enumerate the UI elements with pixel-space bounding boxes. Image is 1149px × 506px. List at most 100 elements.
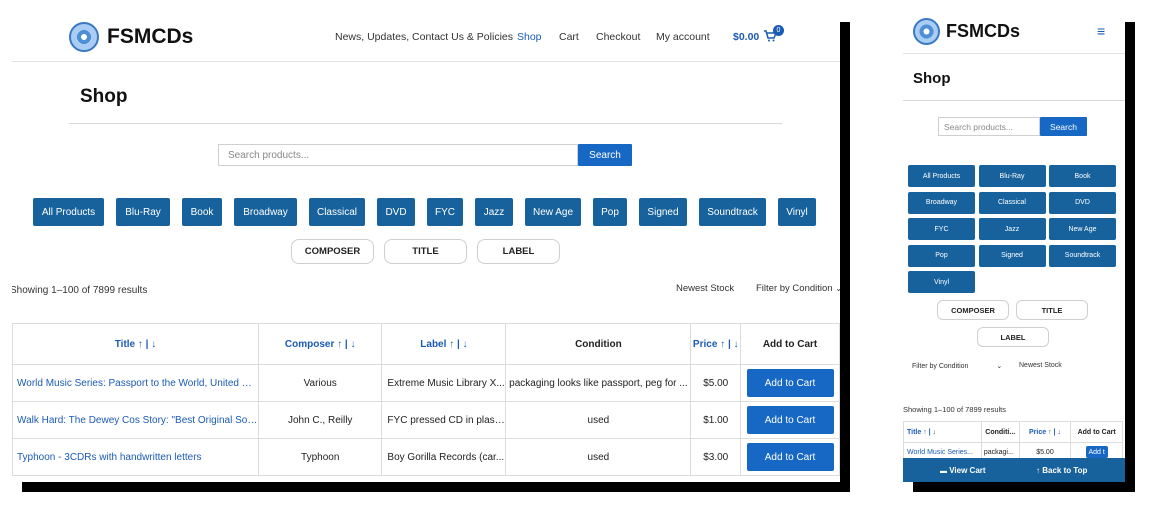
header-composer[interactable]: Composer ↑ | ↓ bbox=[257, 323, 383, 365]
back-to-top-button[interactable]: ↑ Back to Top bbox=[1036, 466, 1087, 475]
sort-by-composer[interactable]: COMPOSER bbox=[937, 300, 1009, 320]
category-pop[interactable]: Pop bbox=[908, 244, 975, 267]
cd-logo-icon[interactable] bbox=[913, 18, 940, 45]
add-to-cart-cell: Add to Cart bbox=[740, 401, 840, 439]
page-title: Shop bbox=[80, 86, 128, 107]
add-to-cart-button[interactable]: Add to Cart bbox=[746, 369, 834, 397]
nav-shop[interactable]: Shop bbox=[517, 31, 542, 43]
category-book[interactable]: Book bbox=[182, 198, 222, 226]
product-condition: used bbox=[505, 438, 692, 476]
category-classical[interactable]: Classical bbox=[309, 198, 365, 226]
category-classical[interactable]: Classical bbox=[978, 191, 1046, 214]
category-signed[interactable]: Signed bbox=[639, 198, 687, 226]
order-select[interactable]: Newest Stock bbox=[1019, 362, 1062, 369]
product-price: $5.00 bbox=[690, 364, 742, 402]
category-broadway[interactable]: Broadway bbox=[234, 198, 297, 226]
search-button[interactable]: Search bbox=[1040, 117, 1087, 136]
header-condition: Conditi... bbox=[980, 421, 1020, 443]
cart-total[interactable]: $0.00 bbox=[733, 31, 759, 43]
category-jazz[interactable]: Jazz bbox=[978, 218, 1046, 240]
nav-cart[interactable]: Cart bbox=[559, 31, 579, 43]
product-label: FYC pressed CD in plasti... bbox=[381, 401, 507, 439]
chevron-down-icon: ⌄ bbox=[996, 363, 1003, 370]
add-to-cart-cell: Add to Cart bbox=[740, 438, 840, 476]
search-input[interactable]: Search products... bbox=[938, 117, 1040, 136]
chevron-down-icon: ⌄ bbox=[835, 284, 840, 293]
product-label: Boy Gorilla Records (car... bbox=[381, 438, 507, 476]
category-pop[interactable]: Pop bbox=[593, 198, 627, 226]
category-dvd[interactable]: DVD bbox=[1049, 191, 1116, 214]
view-cart-button[interactable]: ▬ View Cart bbox=[940, 466, 986, 475]
category-all-products[interactable]: All Products bbox=[908, 165, 975, 187]
product-title-link[interactable]: Walk Hard: The Dewey Cos Story: "Best Or… bbox=[12, 401, 259, 439]
results-count: Showing 1–100 of 7899 results bbox=[903, 405, 1006, 414]
category-new-age[interactable]: New Age bbox=[525, 198, 581, 226]
header-title[interactable]: Title ↑ | ↓ bbox=[12, 323, 259, 365]
category-book[interactable]: Book bbox=[1049, 165, 1116, 187]
add-to-cart-button[interactable]: Add to Cart bbox=[746, 406, 834, 434]
category-vinyl[interactable]: Vinyl bbox=[908, 271, 975, 293]
table-header-row: Title ↑ | ↓ Composer ↑ | ↓ Label ↑ | ↓ C… bbox=[12, 323, 840, 365]
table-row: Walk Hard: The Dewey Cos Story: "Best Or… bbox=[12, 401, 840, 439]
add-to-cart-button[interactable]: Add t bbox=[1085, 446, 1108, 459]
brand-name[interactable]: FSMCDs bbox=[946, 21, 1020, 42]
product-price: $3.00 bbox=[690, 438, 742, 476]
category-jazz[interactable]: Jazz bbox=[475, 198, 513, 226]
brand-name[interactable]: FSMCDs bbox=[107, 25, 193, 49]
cart-count-badge: 0 bbox=[773, 25, 784, 36]
category-soundtrack[interactable]: Soundtrack bbox=[699, 198, 766, 226]
header-add-to-cart: Add to Cart bbox=[1070, 421, 1123, 443]
category-blu-ray[interactable]: Blu-Ray bbox=[116, 198, 170, 226]
desktop-view: FSMCDs News, Updates, Contact Us & Polic… bbox=[12, 12, 840, 482]
header-add-to-cart: Add to Cart bbox=[740, 323, 840, 365]
category-vinyl[interactable]: Vinyl bbox=[778, 198, 816, 226]
nav-news[interactable]: News, Updates, Contact Us & Policies bbox=[335, 31, 513, 43]
category-soundtrack[interactable]: Soundtrack bbox=[1049, 244, 1116, 267]
category-blu-ray[interactable]: Blu-Ray bbox=[978, 165, 1046, 187]
header-label[interactable]: Label ↑ | ↓ bbox=[381, 323, 507, 365]
table-row: Typhoon - 3CDRs with handwritten letters… bbox=[12, 438, 840, 476]
site-header: FSMCDs News, Updates, Contact Us & Polic… bbox=[12, 12, 840, 62]
product-composer: Typhoon bbox=[257, 438, 383, 476]
add-to-cart-button[interactable]: Add to Cart bbox=[746, 443, 834, 471]
products-table: Title ↑ | ↓ Composer ↑ | ↓ Label ↑ | ↓ C… bbox=[12, 323, 840, 476]
category-all-products[interactable]: All Products bbox=[33, 198, 104, 226]
product-title-link[interactable]: Typhoon - 3CDRs with handwritten letters bbox=[12, 438, 259, 476]
sort-by-title[interactable]: TITLE bbox=[1016, 300, 1088, 320]
header-price[interactable]: Price ↑ | ↓ bbox=[690, 323, 742, 365]
condition-filter-select[interactable]: Filter by Condition ⌄ bbox=[756, 283, 840, 294]
category-dvd[interactable]: DVD bbox=[377, 198, 415, 226]
cd-logo-icon[interactable] bbox=[69, 22, 99, 52]
sort-by-label[interactable]: LABEL bbox=[977, 327, 1049, 347]
category-broadway[interactable]: Broadway bbox=[908, 191, 975, 214]
divider bbox=[903, 100, 1125, 101]
product-condition: used bbox=[505, 401, 692, 439]
menu-icon[interactable]: ≡ bbox=[1097, 23, 1105, 39]
category-new-age[interactable]: New Age bbox=[1049, 218, 1116, 240]
products-table: Title ↑ | ↓ Conditi... Price ↑ | ↓ Add t… bbox=[903, 421, 1123, 462]
product-label: Extreme Music Library X... bbox=[381, 364, 507, 402]
cart-icon: ▬ bbox=[940, 468, 947, 475]
order-select[interactable]: Newest Stock bbox=[676, 283, 734, 294]
search-button[interactable]: Search bbox=[578, 144, 632, 166]
category-fyc[interactable]: FYC bbox=[427, 198, 463, 226]
product-title-link[interactable]: World Music Series: Passport to the Worl… bbox=[12, 364, 259, 402]
mobile-header: FSMCDs ≡ bbox=[903, 12, 1125, 54]
category-fyc[interactable]: FYC bbox=[908, 218, 975, 240]
nav-my-account[interactable]: My account bbox=[656, 31, 710, 43]
sort-by-title[interactable]: TITLE bbox=[384, 239, 467, 264]
header-condition: Condition bbox=[505, 323, 692, 365]
mobile-view: FSMCDs ≡ Shop Search products... Search … bbox=[903, 12, 1125, 482]
table-row: World Music Series: Passport to the Worl… bbox=[12, 364, 840, 402]
header-title[interactable]: Title ↑ | ↓ bbox=[903, 421, 982, 443]
search-input[interactable]: Search products... bbox=[218, 144, 578, 166]
product-price: $1.00 bbox=[690, 401, 742, 439]
divider bbox=[69, 123, 782, 124]
nav-checkout[interactable]: Checkout bbox=[596, 31, 640, 43]
condition-filter-select[interactable]: Filter by Condition ⌄ bbox=[912, 362, 1002, 370]
mobile-bottom-bar: ▬ View Cart ↑ Back to Top bbox=[903, 458, 1125, 482]
header-price[interactable]: Price ↑ | ↓ bbox=[1018, 421, 1072, 443]
category-signed[interactable]: Signed bbox=[978, 244, 1046, 267]
sort-by-composer[interactable]: COMPOSER bbox=[291, 239, 374, 264]
sort-by-label[interactable]: LABEL bbox=[477, 239, 560, 264]
